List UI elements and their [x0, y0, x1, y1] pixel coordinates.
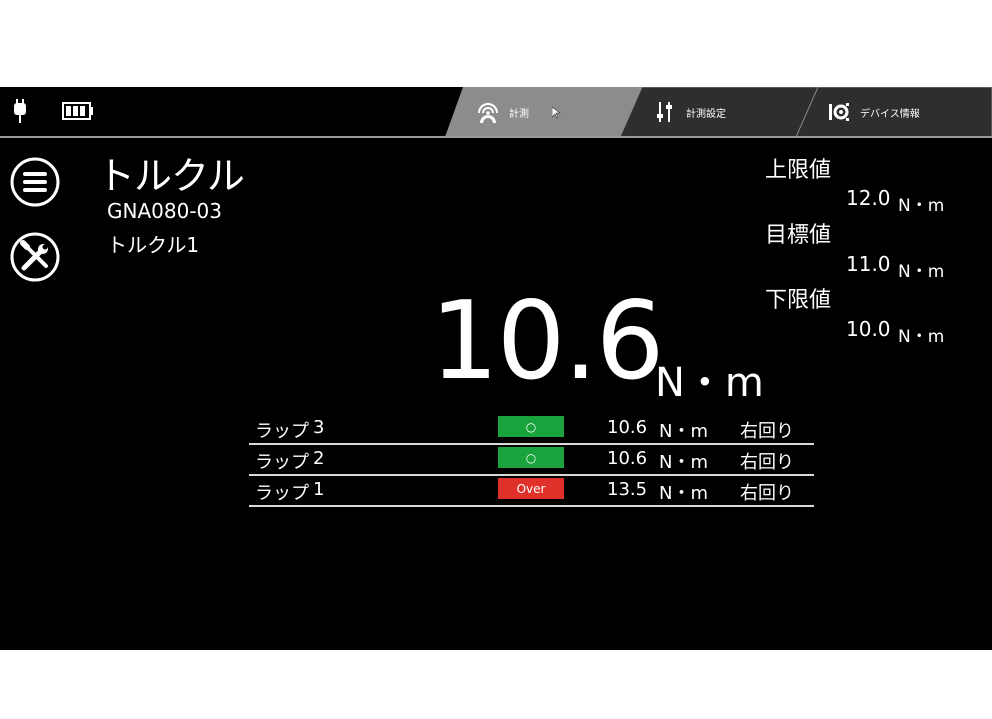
lap-label: ラップ	[255, 421, 309, 442]
lap-direction: 右回り	[740, 452, 794, 473]
battery-icon	[62, 102, 93, 120]
lap-unit: N・m	[659, 452, 708, 473]
lap-row: ラップ 3 ○ 10.6 N・m 右回り	[249, 413, 814, 445]
lower-limit-unit: N・m	[898, 327, 945, 347]
lap-value: 13.5	[607, 479, 648, 500]
lap-direction: 右回り	[740, 421, 794, 442]
tab-device-label: デバイス情報	[860, 108, 920, 120]
tab-measure[interactable]: 計測	[445, 87, 645, 137]
sliders-icon	[657, 102, 672, 122]
plug-icon	[14, 99, 26, 123]
app-screen: 計測 計測設定 デバイス情報 トルクル GNA080-03 トルクル1 上限値 …	[0, 87, 992, 650]
wrench-screwdriver-icon	[20, 240, 48, 271]
torque-reading-unit: N・m	[655, 360, 764, 406]
lap-result-badge: ○	[498, 416, 564, 437]
lap-label: ラップ	[255, 452, 309, 473]
upper-limit-unit: N・m	[898, 196, 945, 216]
lower-limit-value: 10.0	[846, 317, 891, 341]
lap-direction: 右回り	[740, 483, 794, 504]
lap-unit: N・m	[659, 483, 708, 504]
upper-limit-label: 上限値	[765, 158, 832, 183]
tools-button[interactable]	[10, 232, 60, 282]
target-value: 11.0	[846, 252, 891, 276]
device-name: トルクル1	[107, 233, 200, 257]
upper-limit-value: 12.0	[846, 186, 891, 210]
tab-measure-label: 計測	[509, 108, 529, 120]
lap-number: 2	[313, 448, 325, 469]
torque-reading-value: 10.6	[430, 279, 664, 404]
lap-label: ラップ	[255, 483, 309, 504]
lap-unit: N・m	[659, 421, 708, 442]
device-gear-icon	[829, 103, 849, 121]
lap-value: 10.6	[607, 417, 648, 438]
lap-value: 10.6	[607, 448, 648, 469]
menu-button[interactable]	[10, 157, 60, 207]
target-label: 目標値	[765, 223, 832, 248]
lap-row: ラップ 2 ○ 10.6 N・m 右回り	[249, 444, 814, 476]
device-title: トルクル	[97, 154, 245, 198]
tab-device-info[interactable]: デバイス情報	[796, 87, 992, 137]
lower-limit-label: 下限値	[765, 288, 832, 313]
lap-row: ラップ 1 Over 13.5 N・m 右回り	[249, 475, 814, 507]
lap-result-badge: ○	[498, 447, 564, 468]
mouse-cursor-icon	[552, 107, 561, 119]
lap-number: 3	[313, 417, 325, 438]
lap-result-badge: Over	[498, 478, 564, 499]
tab-settings-label: 計測設定	[686, 108, 726, 120]
lap-number: 1	[313, 479, 325, 500]
signal-gauge-icon	[478, 103, 498, 123]
tab-measure-settings[interactable]: 計測設定	[620, 87, 820, 137]
top-bar: 計測 計測設定 デバイス情報	[0, 87, 992, 138]
target-unit: N・m	[898, 262, 945, 282]
device-model: GNA080-03	[107, 199, 222, 223]
top-divider	[0, 136, 992, 138]
